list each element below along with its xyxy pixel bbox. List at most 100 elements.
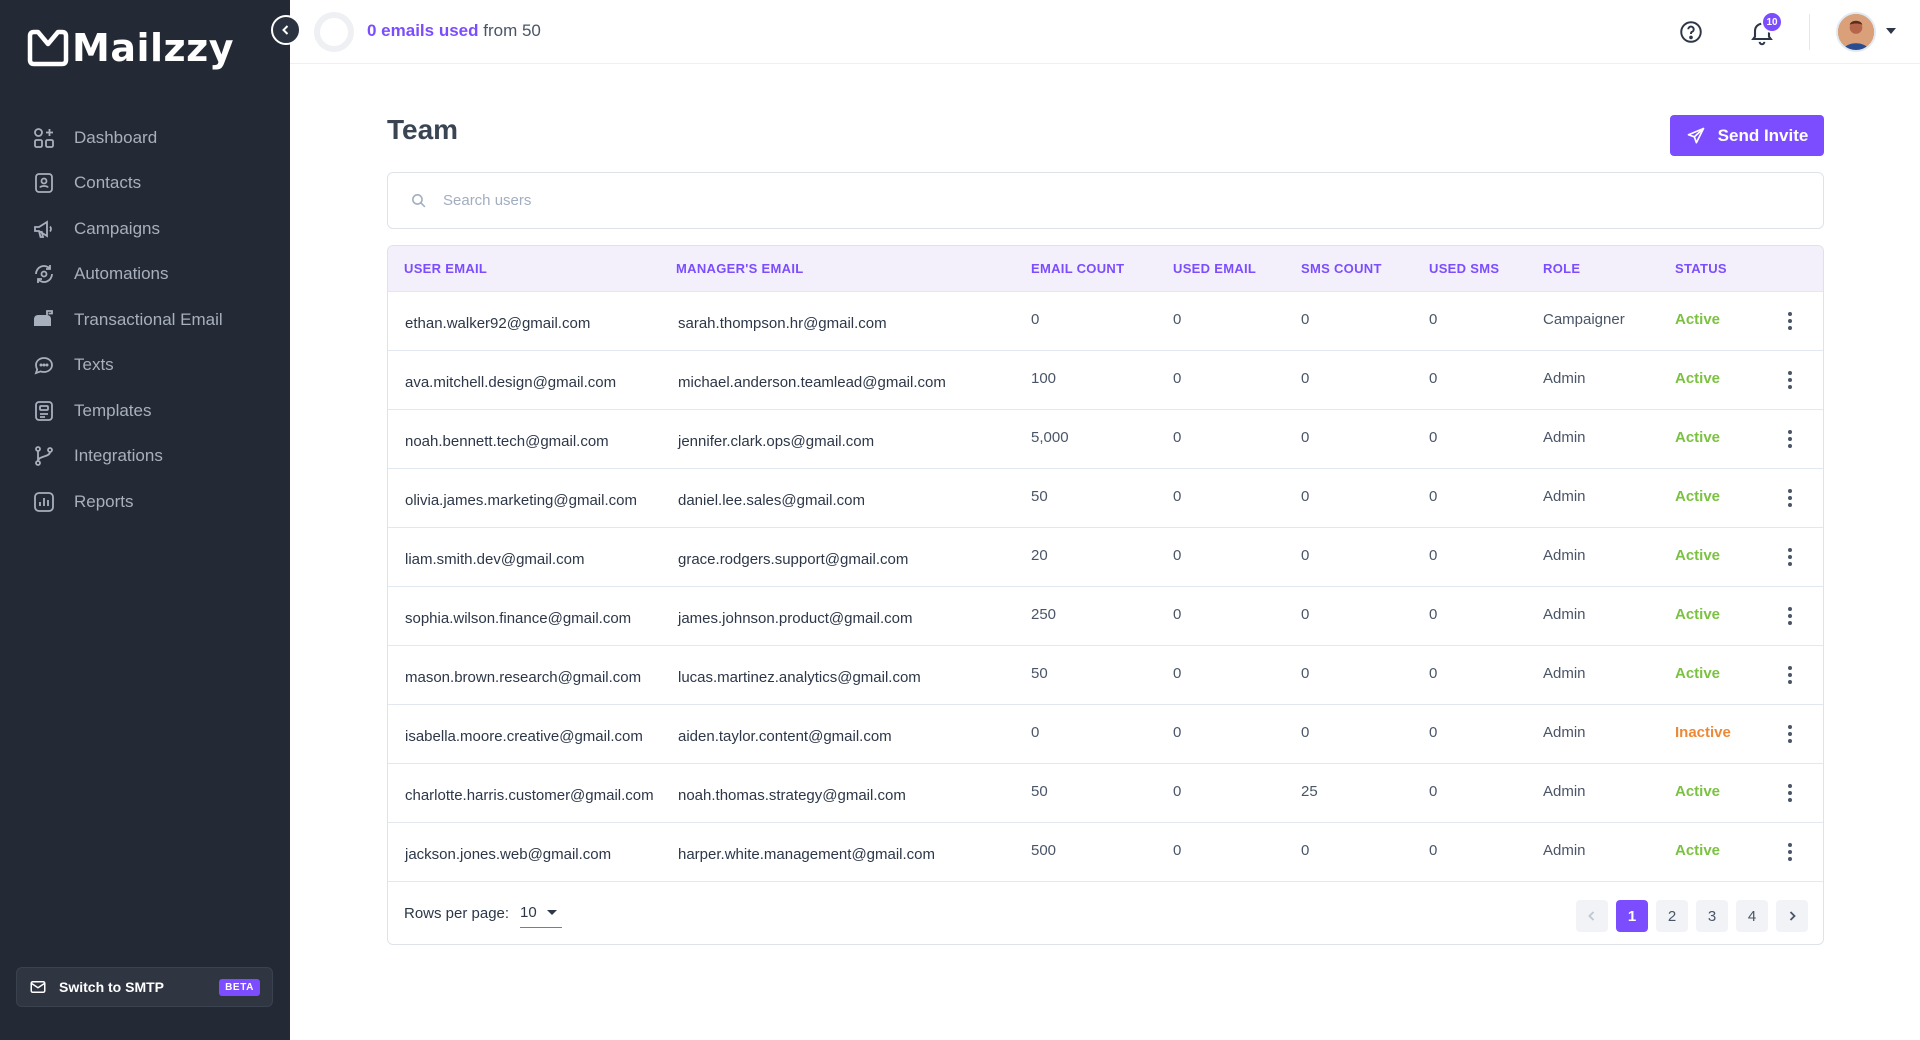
used-email-cell: 0: [1173, 842, 1182, 859]
role-cell: Admin: [1543, 724, 1586, 741]
sms-count-cell: 0: [1301, 429, 1310, 446]
more-options-icon[interactable]: [1780, 487, 1800, 509]
more-options-icon[interactable]: [1780, 664, 1800, 686]
more-options-icon[interactable]: [1780, 546, 1800, 568]
manager-email-cell: grace.rodgers.support@gmail.com: [678, 551, 909, 568]
more-options-icon[interactable]: [1780, 841, 1800, 863]
used-sms-cell: 0: [1429, 370, 1438, 387]
rows-per-page-label: Rows per page:: [404, 905, 510, 922]
table-row[interactable]: ethan.walker92@gmail.com sarah.thompson.h…: [388, 292, 1823, 351]
more-options-icon[interactable]: [1780, 605, 1800, 627]
manager-email-cell: sarah.thompson.hr@gmail.com: [678, 315, 887, 332]
email-count-cell: 0: [1031, 311, 1040, 328]
table-row[interactable]: liam.smith.dev@gmail.com grace.rodgers.su…: [388, 528, 1823, 587]
table-row[interactable]: mason.brown.research@gmail.com lucas.mart…: [388, 646, 1823, 705]
emails-limit: from 50: [483, 21, 541, 40]
used-sms-cell: 0: [1429, 606, 1438, 623]
used-sms-cell: 0: [1429, 547, 1438, 564]
role-cell: Admin: [1543, 370, 1586, 387]
column-header-user-email[interactable]: USER EMAIL: [404, 261, 487, 276]
sms-count-cell: 0: [1301, 488, 1310, 505]
status-badge: Active: [1675, 842, 1721, 859]
switch-smtp-label: Switch to SMTP: [59, 979, 164, 995]
user-avatar-icon: [1838, 14, 1874, 50]
table-row[interactable]: ava.mitchell.design@gmail.com michael.and…: [388, 351, 1823, 410]
email-count-cell: 50: [1031, 488, 1048, 505]
sidebar-item-transactional-email[interactable]: Transactional Email: [0, 297, 290, 343]
page-button-4[interactable]: 4: [1736, 900, 1768, 932]
rows-per-page-select[interactable]: 10: [520, 898, 562, 928]
mailbox-icon: [34, 309, 53, 326]
sms-count-cell: 0: [1301, 665, 1310, 682]
manager-email-cell: harper.white.management@gmail.com: [678, 846, 936, 863]
manager-email-cell: jennifer.clark.ops@gmail.com: [678, 433, 875, 450]
user-email-cell: ethan.walker92@gmail.com: [405, 315, 591, 332]
used-email-cell: 0: [1173, 370, 1182, 387]
table-row[interactable]: charlotte.harris.customer@gmail.com noah.…: [388, 764, 1823, 823]
table-row[interactable]: sophia.wilson.finance@gmail.com james.joh…: [388, 587, 1823, 646]
chevron-left-icon: [282, 25, 289, 35]
help-icon[interactable]: [1678, 19, 1704, 45]
collapse-sidebar-button[interactable]: [271, 15, 301, 45]
sms-count-cell: 0: [1301, 842, 1310, 859]
more-options-icon[interactable]: [1780, 782, 1800, 804]
status-badge: Inactive: [1675, 724, 1731, 741]
emails-used: 0 emails used: [367, 21, 479, 40]
avatar[interactable]: [1836, 12, 1876, 52]
sidebar-item-reports[interactable]: Reports: [0, 479, 290, 525]
role-cell: Admin: [1543, 606, 1586, 623]
used-sms-cell: 0: [1429, 429, 1438, 446]
sidebar-item-integrations[interactable]: Integrations: [0, 434, 290, 480]
column-header-used-sms[interactable]: USED SMS: [1429, 261, 1499, 276]
email-count-cell: 5,000: [1031, 429, 1069, 446]
column-header-sms-count[interactable]: SMS COUNT: [1301, 261, 1382, 276]
more-options-icon[interactable]: [1780, 310, 1800, 332]
account-menu-caret-icon[interactable]: [1886, 28, 1896, 34]
send-invite-button[interactable]: Send Invite: [1670, 115, 1824, 156]
switch-smtp-button[interactable]: Switch to SMTP BETA: [16, 967, 273, 1007]
next-page-button[interactable]: [1776, 900, 1808, 932]
previous-page-button[interactable]: [1576, 900, 1608, 932]
team-table: USER EMAIL MANAGER'S EMAIL EMAIL COUNT U…: [387, 245, 1824, 945]
table-row[interactable]: isabella.moore.creative@gmail.com aiden.t…: [388, 705, 1823, 764]
sidebar-item-automations[interactable]: Automations: [0, 252, 290, 298]
column-header-email-count[interactable]: EMAIL COUNT: [1031, 261, 1124, 276]
mail-logo-icon: [27, 29, 69, 67]
user-email-cell: ava.mitchell.design@gmail.com: [405, 374, 617, 391]
sidebar: Mailzzy Dashboard Contacts Campaigns Aut…: [0, 0, 290, 1040]
column-header-role[interactable]: ROLE: [1543, 261, 1580, 276]
page-button-3[interactable]: 3: [1696, 900, 1728, 932]
page-button-1[interactable]: 1: [1616, 900, 1648, 932]
chevron-right-icon: [1789, 911, 1796, 921]
email-count-cell: 100: [1031, 370, 1057, 387]
column-header-manager-email[interactable]: MANAGER'S EMAIL: [676, 261, 803, 276]
sms-count-cell: 25: [1301, 783, 1318, 800]
column-header-used-email[interactable]: USED EMAIL: [1173, 261, 1256, 276]
automation-icon: [35, 265, 53, 284]
sidebar-item-contacts[interactable]: Contacts: [0, 161, 290, 207]
sidebar-item-texts[interactable]: Texts: [0, 343, 290, 389]
sidebar-item-campaigns[interactable]: Campaigns: [0, 206, 290, 252]
table-row[interactable]: olivia.james.marketing@gmail.com daniel.l…: [388, 469, 1823, 528]
more-options-icon[interactable]: [1780, 723, 1800, 745]
beta-badge: BETA: [219, 978, 260, 996]
table-row[interactable]: noah.bennett.tech@gmail.com jennifer.clar…: [388, 410, 1823, 469]
sms-count-cell: 0: [1301, 606, 1310, 623]
more-options-icon[interactable]: [1780, 428, 1800, 450]
table-row[interactable]: jackson.jones.web@gmail.com harper.white.…: [388, 823, 1823, 882]
page-button-2[interactable]: 2: [1656, 900, 1688, 932]
used-sms-cell: 0: [1429, 488, 1438, 505]
dashboard-icon: [34, 127, 54, 148]
role-cell: Admin: [1543, 547, 1586, 564]
usage-progress-ring: [314, 12, 354, 52]
app-logo[interactable]: Mailzzy: [26, 26, 234, 70]
column-header-status[interactable]: STATUS: [1675, 261, 1727, 276]
search-input[interactable]: [443, 192, 1743, 209]
used-email-cell: 0: [1173, 724, 1182, 741]
sidebar-item-templates[interactable]: Templates: [0, 388, 290, 434]
used-email-cell: 0: [1173, 606, 1182, 623]
sidebar-item-dashboard[interactable]: Dashboard: [0, 115, 290, 161]
used-sms-cell: 0: [1429, 724, 1438, 741]
user-email-cell: olivia.james.marketing@gmail.com: [405, 492, 637, 509]
more-options-icon[interactable]: [1780, 369, 1800, 391]
